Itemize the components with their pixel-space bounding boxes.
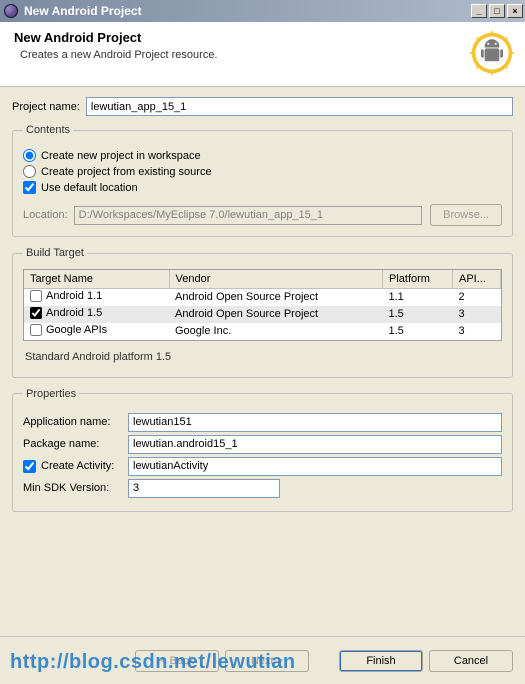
android-badge-icon [469,30,515,76]
wizard-footer: < Back Next > Finish Cancel [0,636,525,684]
create-new-label[interactable]: Create new project in workspace [41,150,201,162]
close-button[interactable]: × [507,4,523,18]
target-api: 3 [453,323,501,340]
min-sdk-input[interactable] [128,479,280,498]
target-api: 3 [453,306,501,323]
target-table: Target Name Vendor Platform API... Andro… [23,269,502,341]
target-vendor: Android Open Source Project [169,306,383,323]
target-vendor: Google Inc. [169,323,383,340]
table-row[interactable]: Google APIs Google Inc.1.53 [24,323,501,340]
location-label: Location: [23,209,68,221]
browse-button: Browse... [430,204,502,226]
target-name: Android 1.5 [46,307,102,319]
page-title: New Android Project [14,30,469,45]
target-name: Google APIs [46,324,107,336]
target-name: Android 1.1 [46,290,102,302]
col-api[interactable]: API... [453,270,501,288]
platform-note: Standard Android platform 1.5 [25,351,500,363]
col-vendor[interactable]: Vendor [169,270,383,288]
contents-legend: Contents [23,124,73,136]
target-platform: 1.1 [383,288,453,306]
target-vendor: Android Open Source Project [169,288,383,306]
window-title: New Android Project [24,4,469,18]
create-activity-input[interactable] [128,457,502,476]
eclipse-icon [4,4,18,18]
package-name-label: Package name: [23,438,99,450]
properties-legend: Properties [23,388,79,400]
target-api: 2 [453,288,501,306]
page-subtitle: Creates a new Android Project resource. [20,49,469,61]
build-target-group: Build Target Target Name Vendor Platform… [12,247,513,378]
project-name-row: Project name: [12,97,513,116]
next-button: Next > [225,650,309,672]
target-checkbox[interactable] [30,324,42,336]
use-default-location-checkbox[interactable] [23,181,36,194]
target-platform: 1.5 [383,323,453,340]
properties-group: Properties Application name: Package nam… [12,388,513,512]
use-default-location-label[interactable]: Use default location [41,182,138,194]
wizard-header: New Android Project Creates a new Androi… [0,22,525,87]
min-sdk-label: Min SDK Version: [23,482,109,494]
minimize-button[interactable]: _ [471,4,487,18]
location-input [74,206,422,225]
finish-button[interactable]: Finish [339,650,423,672]
app-name-input[interactable] [128,413,502,432]
contents-group: Contents Create new project in workspace… [12,124,513,237]
create-new-radio[interactable] [23,149,36,162]
col-target[interactable]: Target Name [24,270,169,288]
app-name-label: Application name: [23,416,110,428]
table-row[interactable]: Android 1.5 Android Open Source Project1.… [24,306,501,323]
cancel-button[interactable]: Cancel [429,650,513,672]
package-name-input[interactable] [128,435,502,454]
target-checkbox[interactable] [30,290,42,302]
titlebar: New Android Project _ □ × [0,0,525,22]
create-activity-label: Create Activity: [41,460,114,472]
col-platform[interactable]: Platform [383,270,453,288]
table-row[interactable]: Android 1.1 Android Open Source Project1.… [24,288,501,306]
target-platform: 1.5 [383,306,453,323]
create-existing-radio[interactable] [23,165,36,178]
target-checkbox[interactable] [30,307,42,319]
project-name-label: Project name: [12,101,80,113]
project-name-input[interactable] [86,97,513,116]
build-target-legend: Build Target [23,247,87,259]
maximize-button[interactable]: □ [489,4,505,18]
back-button: < Back [135,650,219,672]
create-existing-label[interactable]: Create project from existing source [41,166,212,178]
create-activity-checkbox[interactable] [23,460,36,473]
